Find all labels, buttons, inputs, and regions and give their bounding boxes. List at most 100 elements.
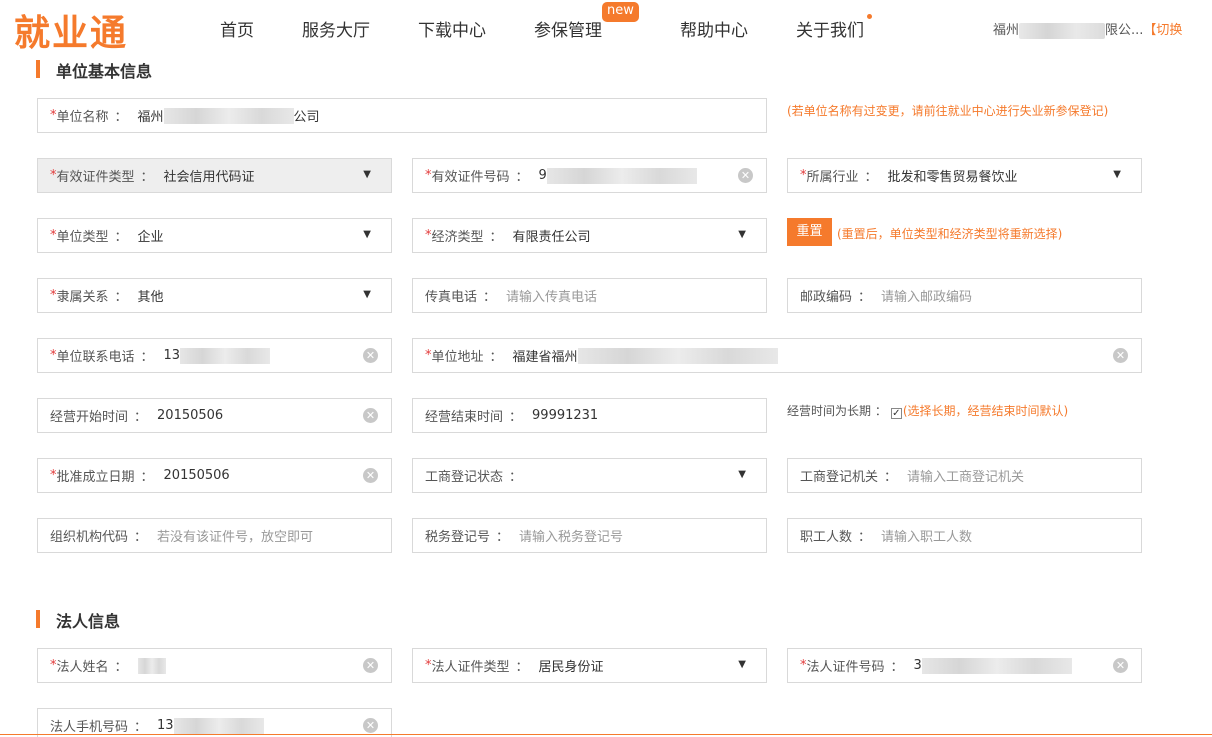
colon: ：	[858, 530, 872, 545]
clear-icon[interactable]: ✕	[738, 168, 753, 183]
colon: ：	[114, 110, 128, 125]
fax-field[interactable]: 传真电话 ： 请输入传真电话	[412, 278, 767, 313]
clear-icon[interactable]: ✕	[1113, 348, 1128, 363]
field-label: 所属行业	[806, 170, 859, 185]
masked-text	[921, 657, 1072, 674]
colon: ：	[140, 350, 154, 365]
field-value: 9	[538, 168, 547, 183]
section-title-unit-info: 单位基本信息	[36, 58, 152, 82]
field-label: 工商登记状态	[425, 470, 504, 485]
nav-help-center[interactable]: 帮助中心	[680, 16, 748, 41]
colon: ：	[496, 530, 510, 545]
cert-type-select[interactable]: * 有效证件类型： 社会信用代码证 ▼	[37, 158, 392, 193]
economic-type-select[interactable]: * 经济类型： 有限责任公司 ▼	[412, 218, 767, 253]
field-label: 法人姓名	[56, 660, 109, 675]
field-value-suffix: 公司	[293, 110, 320, 125]
clear-icon[interactable]: ✕	[363, 658, 378, 673]
chevron-down-icon[interactable]: ▼	[363, 229, 371, 240]
field-label: 法人证件号码	[806, 660, 885, 675]
field-value: 20150506	[157, 408, 224, 423]
colon: ：	[483, 290, 497, 305]
field-label: 单位地址	[431, 350, 484, 365]
colon: ：	[489, 230, 503, 245]
unit-phone-field[interactable]: * 单位联系电话： 13 ✕	[37, 338, 392, 373]
colon: ：	[509, 470, 523, 485]
field-value: 其他	[137, 290, 164, 305]
chevron-down-icon[interactable]: ▼	[363, 169, 371, 180]
org-code-field[interactable]: 组织机构代码 ： 若没有该证件号，放空即可	[37, 518, 392, 553]
chevron-down-icon[interactable]: ▼	[363, 289, 371, 300]
colon: ：	[515, 660, 529, 675]
approval-date-field[interactable]: * 批准成立日期： 20150506 ✕	[37, 458, 392, 493]
affiliation-select[interactable]: * 隶属关系： 其他 ▼	[37, 278, 392, 313]
notification-dot	[867, 14, 872, 19]
field-label: 职工人数	[800, 530, 853, 545]
unit-type-select[interactable]: * 单位类型： 企业 ▼	[37, 218, 392, 253]
field-label: 单位联系电话	[56, 350, 135, 365]
longterm-option: 经营时间为长期 ： ✓ (选择长期，经营结束时间默认)	[787, 402, 1068, 419]
chevron-down-icon[interactable]: ▼	[738, 659, 746, 670]
longterm-checkbox[interactable]: ✓	[890, 408, 902, 419]
field-value: 居民身份证	[538, 660, 604, 675]
nav-about-us[interactable]: 关于我们	[796, 16, 864, 41]
longterm-label: 经营时间为长期	[787, 404, 872, 418]
unit-name-field[interactable]: * 单位名称： 福州 公司	[37, 98, 767, 133]
colon: ：	[134, 410, 148, 425]
legal-cert-type-select[interactable]: * 法人证件类型： 居民身份证 ▼	[412, 648, 767, 683]
nav-home[interactable]: 首页	[220, 16, 254, 41]
field-label: 经营开始时间	[50, 410, 129, 425]
clear-icon[interactable]: ✕	[363, 468, 378, 483]
industry-select[interactable]: * 所属行业： 批发和零售贸易餐饮业 ▼	[787, 158, 1142, 193]
unit-address-field[interactable]: * 单位地址： 福建省福州 ✕	[412, 338, 1142, 373]
cert-number-field[interactable]: * 有效证件号码： 9 ✕	[412, 158, 767, 193]
site-logo[interactable]: 就业通	[14, 4, 128, 56]
name-change-tip: (若单位名称有过变更，请前往就业中心进行失业新参保登记)	[787, 104, 1109, 118]
field-value: 13	[157, 718, 174, 733]
reg-status-select[interactable]: 工商登记状态 ： ▼	[412, 458, 767, 493]
field-label: 工商登记机关	[800, 470, 879, 485]
chevron-down-icon[interactable]: ▼	[738, 229, 746, 240]
field-value: 福州	[137, 110, 164, 125]
field-value: 福建省福州	[512, 350, 578, 365]
chevron-down-icon[interactable]: ▼	[1113, 169, 1121, 180]
nav-insurance-mgmt[interactable]: 参保管理	[534, 16, 602, 41]
nav-download-center[interactable]: 下载中心	[418, 16, 486, 41]
clear-icon[interactable]: ✕	[363, 718, 378, 733]
bottom-divider	[0, 734, 1212, 735]
tax-no-field[interactable]: 税务登记号 ： 请输入税务登记号	[412, 518, 767, 553]
biz-start-date-field[interactable]: 经营开始时间 ： 20150506 ✕	[37, 398, 392, 433]
legal-cert-number-field[interactable]: * 法人证件号码： 3 ✕	[787, 648, 1142, 683]
reset-button[interactable]: 重置	[787, 218, 832, 246]
field-label: 批准成立日期	[56, 470, 135, 485]
field-value: 99991231	[532, 408, 599, 423]
legal-mobile-field[interactable]: 法人手机号码 ： 13 ✕	[37, 708, 392, 737]
colon: ：	[134, 720, 148, 735]
masked-text	[546, 167, 697, 184]
field-value: 批发和零售贸易餐饮业	[887, 170, 1018, 185]
colon: ：	[114, 660, 128, 675]
reg-office-field[interactable]: 工商登记机关 ： 请输入工商登记机关	[787, 458, 1142, 493]
colon: ：	[884, 470, 898, 485]
masked-text	[180, 347, 271, 364]
colon: ：	[114, 290, 128, 305]
switch-account-link[interactable]: 【切换	[1143, 23, 1182, 38]
nav-service-hall[interactable]: 服务大厅	[302, 16, 370, 41]
field-label: 有效证件号码	[431, 170, 510, 185]
clear-icon[interactable]: ✕	[1113, 658, 1128, 673]
legal-name-field[interactable]: * 法人姓名： ✕	[37, 648, 392, 683]
staff-count-field[interactable]: 职工人数 ： 请输入职工人数	[787, 518, 1142, 553]
field-label: 经济类型	[431, 230, 484, 245]
user-name-suffix: 限公...	[1105, 23, 1144, 38]
postcode-field[interactable]: 邮政编码 ： 请输入邮政编码	[787, 278, 1142, 313]
field-value: 13	[163, 348, 181, 363]
colon: ：	[140, 170, 154, 185]
clear-icon[interactable]: ✕	[363, 348, 378, 363]
chevron-down-icon[interactable]: ▼	[738, 469, 746, 480]
field-label: 单位类型	[56, 230, 109, 245]
field-value: 企业	[137, 230, 164, 245]
colon: ：	[858, 290, 872, 305]
clear-icon[interactable]: ✕	[363, 408, 378, 423]
field-label: 税务登记号	[425, 530, 491, 545]
colon: ：	[134, 530, 148, 545]
biz-end-date-field[interactable]: 经营结束时间 ： 99991231	[412, 398, 767, 433]
